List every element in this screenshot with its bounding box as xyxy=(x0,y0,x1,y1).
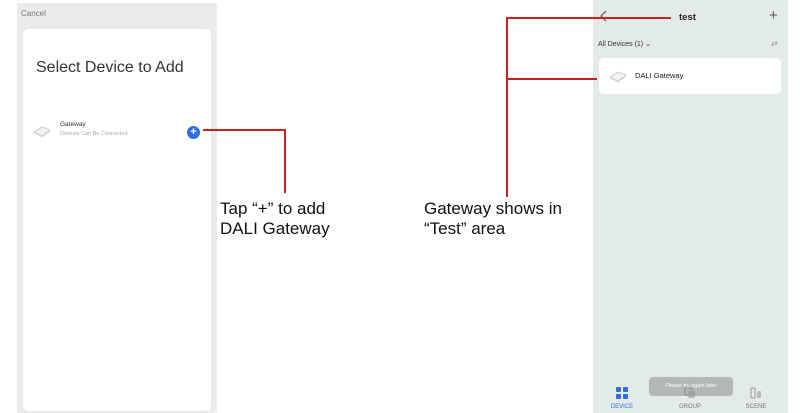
device-subtitle: Devices Can Be Connected xyxy=(60,131,128,137)
gateway-icon xyxy=(33,126,51,138)
tab-device-label: DEVICE xyxy=(610,404,634,410)
device-card[interactable]: DALI Gateway xyxy=(599,58,781,94)
callout-text-line-1: Tap “+” to add xyxy=(220,199,326,218)
tab-scene-label: SCENE xyxy=(745,404,767,410)
callout-text-line-1: Gateway shows in xyxy=(424,199,562,218)
device-filter-dropdown[interactable]: All Devices (1) ⌄ xyxy=(598,40,651,48)
sort-icon[interactable]: ⇄ xyxy=(771,39,778,48)
callout-line xyxy=(506,17,508,197)
top-bar: test + xyxy=(593,0,788,32)
callout-line xyxy=(507,78,597,80)
device-select-card: Select Device to Add Gateway Devices Can… xyxy=(23,29,211,411)
list-item[interactable]: Gateway Devices Can Be Connected + xyxy=(33,121,205,143)
add-icon[interactable]: + xyxy=(769,7,778,24)
gateway-icon xyxy=(609,71,627,83)
tab-group-label: GROUP xyxy=(678,404,701,410)
add-device-button[interactable]: + xyxy=(187,126,200,139)
callout-line xyxy=(507,17,671,19)
tab-device[interactable]: DEVICE xyxy=(597,378,647,413)
device-name: Gateway xyxy=(60,121,86,128)
grid-icon xyxy=(616,387,628,399)
chevron-left-icon[interactable] xyxy=(599,10,609,22)
callout-text-line-2: “Test” area xyxy=(424,219,506,238)
device-name: DALI Gateway xyxy=(635,71,684,80)
device-list-screen: test + All Devices (1) ⌄ ⇄ DALI Gateway … xyxy=(593,0,788,413)
tab-scene[interactable]: SCENE xyxy=(731,378,781,413)
callout-line xyxy=(284,129,286,193)
scene-icon xyxy=(750,387,761,399)
select-device-screen: Cancel Select Device to Add Gateway Devi… xyxy=(17,3,217,413)
page-title: test xyxy=(679,12,696,23)
toast-message: Please try again later xyxy=(649,377,733,396)
callout-text-line-2: DALI Gateway xyxy=(220,219,330,238)
cancel-button[interactable]: Cancel xyxy=(21,9,46,18)
callout-line xyxy=(203,129,285,131)
page-title: Select Device to Add xyxy=(36,59,184,76)
